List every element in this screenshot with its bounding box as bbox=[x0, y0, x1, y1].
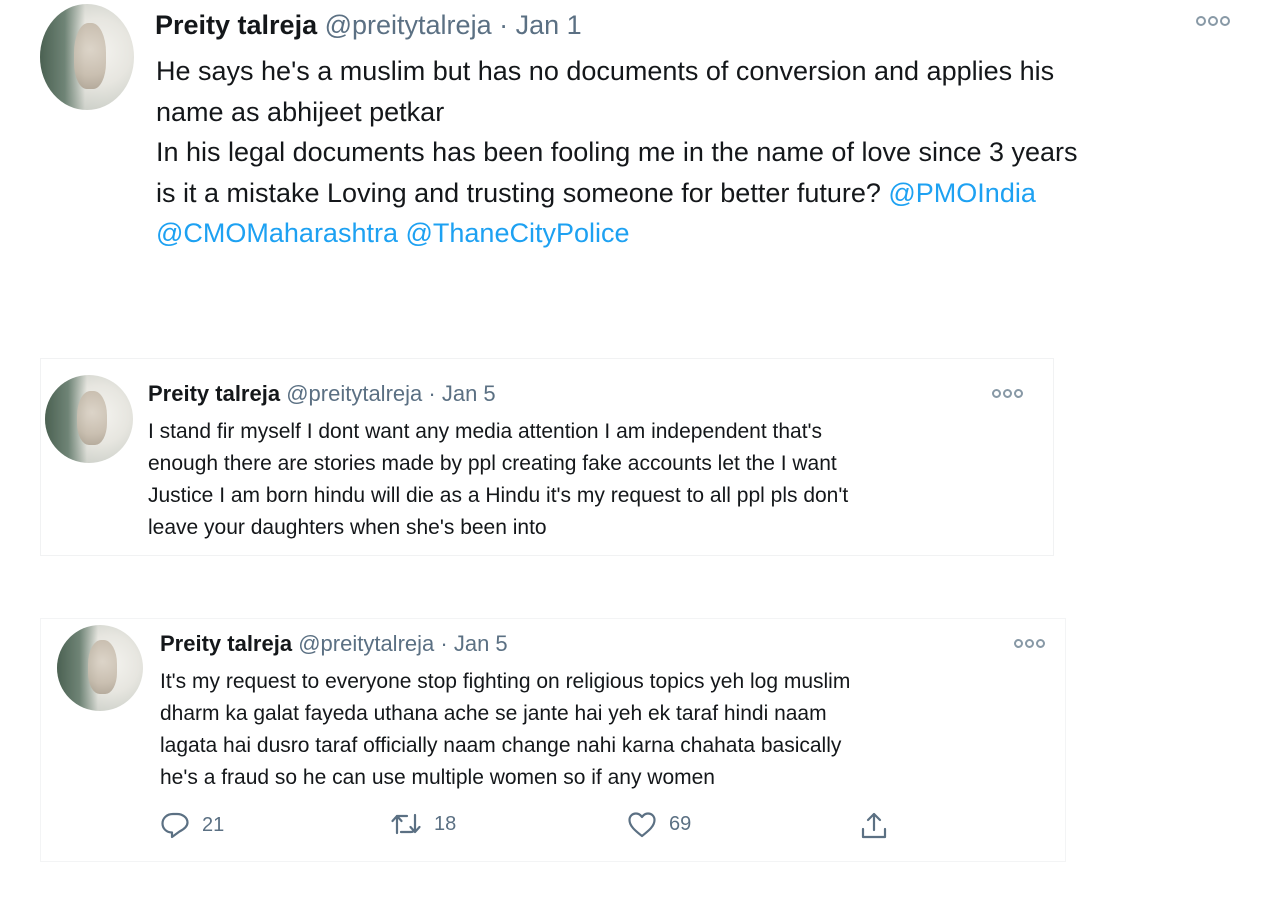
tweet-text: It's my request to everyone stop fightin… bbox=[160, 666, 850, 794]
tweet-header: Preity talreja @preitytalreja · Jan 1 bbox=[155, 8, 582, 42]
author-handle[interactable]: @preitytalreja bbox=[298, 631, 434, 656]
tweet-2[interactable]: Preity talreja @preitytalreja · Jan 5 I … bbox=[40, 358, 1054, 556]
separator: · bbox=[428, 381, 436, 406]
tweet-text-line: Justice I am born hindu will die as a Hi… bbox=[148, 480, 848, 512]
tweet-text: He says he's a muslim but has no documen… bbox=[156, 51, 1078, 254]
share-icon bbox=[861, 812, 887, 839]
text-segment: In his legal documents has been fooling … bbox=[156, 137, 1078, 167]
avatar[interactable] bbox=[45, 375, 133, 463]
tweet-text-line: In his legal documents has been fooling … bbox=[156, 132, 1078, 173]
author-handle[interactable]: @preitytalreja bbox=[286, 381, 422, 406]
tweet-text-line: I stand fir myself I dont want any media… bbox=[148, 416, 848, 448]
mention-link[interactable]: @CMOMaharashtra bbox=[156, 218, 398, 248]
tweet-text-line: It's my request to everyone stop fightin… bbox=[160, 666, 850, 698]
retweet-button[interactable]: 18 bbox=[390, 811, 456, 837]
avatar[interactable] bbox=[57, 625, 143, 711]
heart-icon bbox=[628, 812, 656, 838]
share-button[interactable] bbox=[860, 811, 888, 841]
tweet-text-line: lagata hai dusro taraf officially naam c… bbox=[160, 730, 850, 762]
author-handle[interactable]: @preitytalreja bbox=[325, 10, 492, 40]
tweet-text-line: he's a fraud so he can use multiple wome… bbox=[160, 762, 850, 794]
tweet-1[interactable]: Preity talreja @preitytalreja · Jan 1 He… bbox=[0, 0, 1280, 300]
reply-icon bbox=[161, 812, 189, 839]
tweet-3[interactable]: Preity talreja @preitytalreja · Jan 5 It… bbox=[40, 618, 1066, 862]
text-segment: It's my request to everyone stop fightin… bbox=[160, 670, 851, 693]
tweet-header: Preity talreja @preitytalreja · Jan 5 bbox=[160, 629, 508, 659]
tweet-text-line: name as abhijeet petkar bbox=[156, 92, 1078, 133]
retweet-icon bbox=[391, 813, 421, 835]
tweet-text-line: dharm ka galat fayeda uthana ache se jan… bbox=[160, 698, 850, 730]
like-count: 69 bbox=[669, 813, 692, 835]
like-button[interactable]: 69 bbox=[627, 811, 691, 838]
more-options-icon[interactable] bbox=[992, 389, 1023, 398]
mention-link[interactable]: @PMOIndia bbox=[888, 178, 1035, 208]
tweet-text-line: enough there are stories made by ppl cre… bbox=[148, 448, 848, 480]
reply-button[interactable]: 21 bbox=[160, 811, 224, 839]
tweet-date[interactable]: Jan 5 bbox=[454, 631, 508, 656]
text-segment: I stand fir myself I dont want any media… bbox=[148, 420, 823, 443]
text-segment: enough there are stories made by ppl cre… bbox=[148, 452, 837, 475]
avatar[interactable] bbox=[40, 4, 134, 110]
author-name[interactable]: Preity talreja bbox=[160, 631, 292, 656]
tweet-text-line: is it a mistake Loving and trusting some… bbox=[156, 173, 1078, 214]
tweet-text-line: leave your daughters when she's been int… bbox=[148, 512, 848, 544]
author-name[interactable]: Preity talreja bbox=[148, 381, 280, 406]
separator: · bbox=[440, 631, 448, 656]
reply-count: 21 bbox=[202, 813, 225, 836]
mention-link[interactable]: @ThaneCityPolice bbox=[406, 218, 630, 248]
retweet-count: 18 bbox=[434, 812, 457, 835]
text-segment: dharm ka galat fayeda uthana ache se jan… bbox=[160, 702, 827, 725]
text-segment bbox=[398, 218, 406, 248]
text-segment: He says he's a muslim but has no documen… bbox=[156, 56, 1055, 86]
text-segment: is it a mistake Loving and trusting some… bbox=[156, 177, 889, 208]
tweet-actions: 21 18 69 bbox=[160, 811, 900, 841]
separator: · bbox=[499, 10, 509, 40]
text-segment: he's a fraud so he can use multiple wome… bbox=[160, 766, 715, 789]
text-segment: Justice I am born hindu will die as a Hi… bbox=[148, 484, 849, 507]
tweet-text-line: @CMOMaharashtra @ThaneCityPolice bbox=[156, 213, 1078, 254]
tweet-date[interactable]: Jan 5 bbox=[442, 381, 496, 406]
tweet-text: I stand fir myself I dont want any media… bbox=[148, 416, 848, 544]
tweet-date[interactable]: Jan 1 bbox=[516, 10, 582, 40]
text-segment: lagata hai dusro taraf officially naam c… bbox=[160, 734, 842, 757]
text-segment: leave your daughters when she's been int… bbox=[148, 516, 547, 539]
author-name[interactable]: Preity talreja bbox=[155, 10, 317, 40]
more-options-icon[interactable] bbox=[1014, 639, 1045, 648]
more-options-icon[interactable] bbox=[1196, 16, 1230, 26]
text-segment: name as abhijeet petkar bbox=[156, 96, 445, 127]
tweet-header: Preity talreja @preitytalreja · Jan 5 bbox=[148, 379, 496, 409]
tweet-text-line: He says he's a muslim but has no documen… bbox=[156, 51, 1078, 92]
